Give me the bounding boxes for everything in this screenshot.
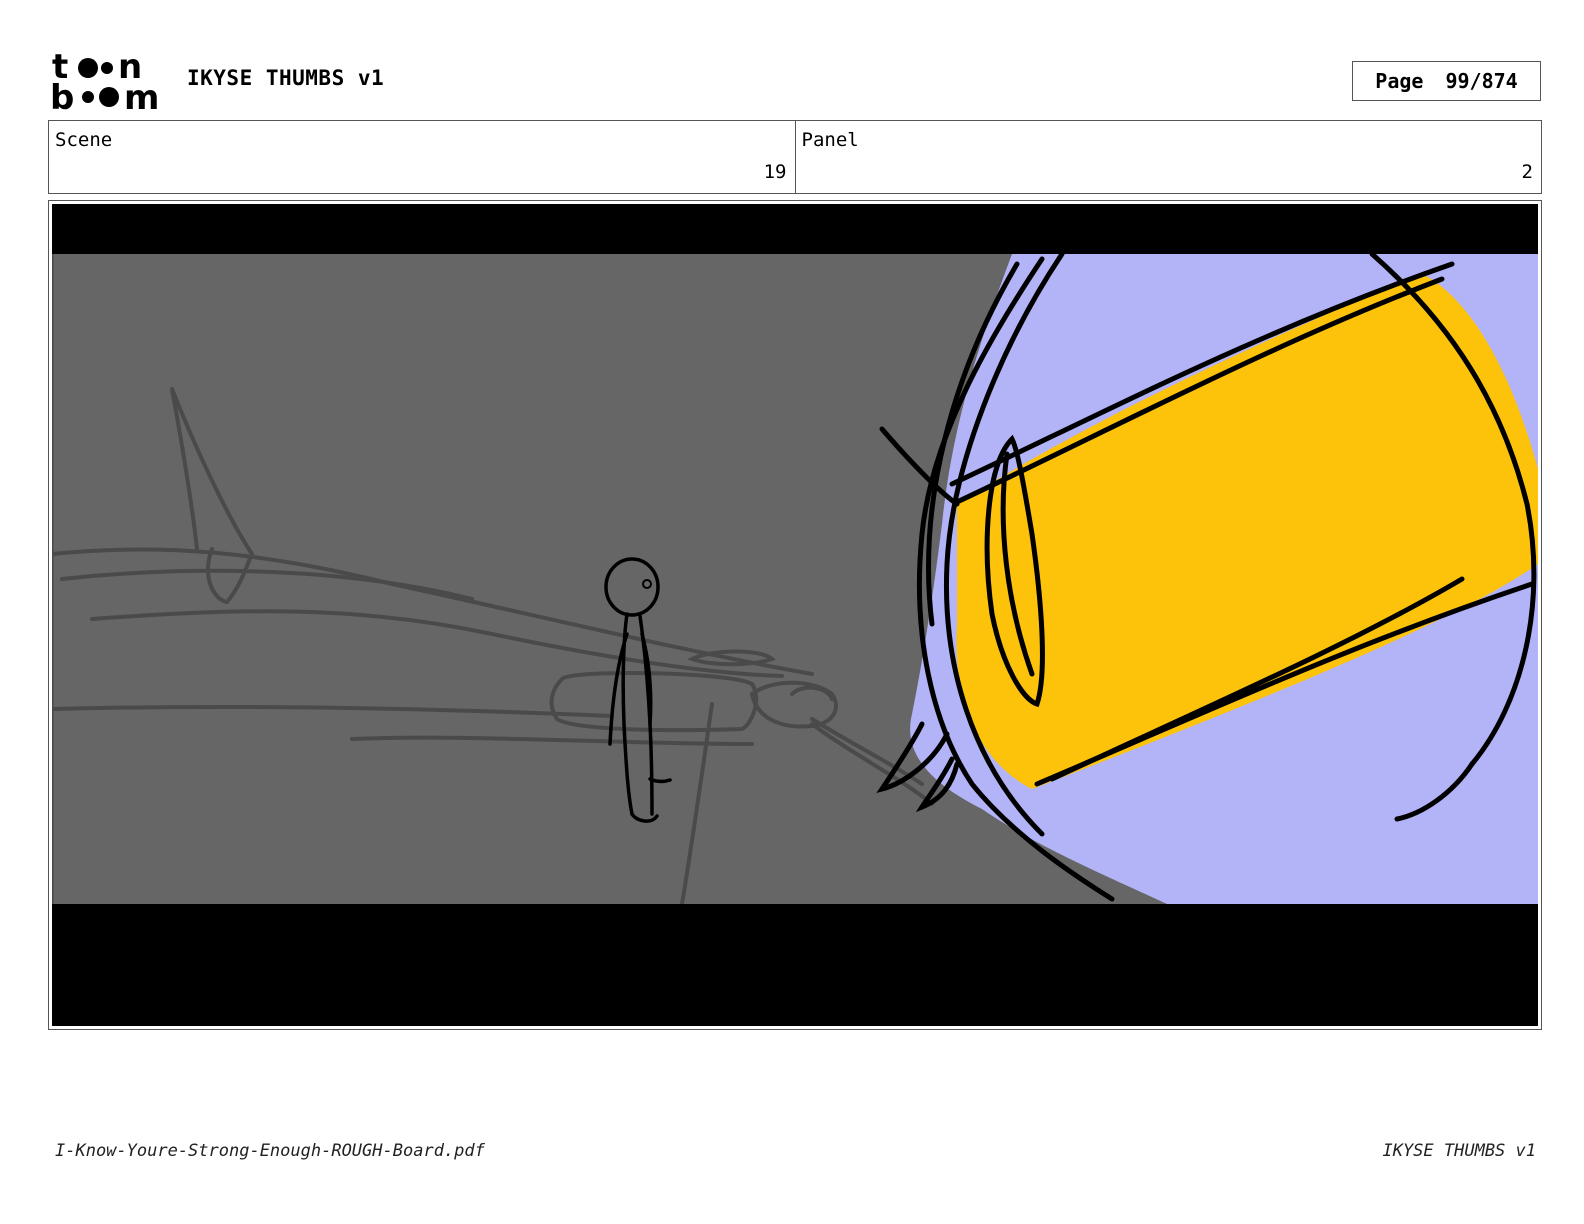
panel-cell: Panel 2: [794, 121, 1542, 193]
svg-text:m: m: [124, 78, 159, 112]
svg-text:b: b: [50, 78, 74, 112]
toon-boom-logo: t n b m: [50, 47, 166, 118]
letterbox-bottom: [52, 904, 1538, 1026]
panel-number: 2: [1521, 161, 1533, 183]
storyboard-panel-frame: [48, 200, 1542, 1030]
footer-project: IKYSE THUMBS v1: [1382, 1141, 1536, 1161]
scene-panel-table: Scene 19 Panel 2: [48, 120, 1542, 194]
footer-filename: I-Know-Youre-Strong-Enough-ROUGH-Board.p…: [55, 1141, 485, 1161]
storyboard-drawing: [52, 204, 1538, 1026]
page-number: 99/874: [1445, 69, 1518, 93]
scene-label: Scene: [55, 129, 113, 151]
scene-number: 19: [763, 161, 787, 183]
scene-cell: Scene 19: [49, 121, 795, 193]
letterbox-top: [52, 204, 1538, 254]
document-title: IKYSE THUMBS v1: [187, 66, 385, 90]
panel-label: Panel: [801, 129, 859, 151]
page-label: Page: [1375, 69, 1424, 93]
page-indicator: Page 99/874: [1352, 61, 1541, 101]
